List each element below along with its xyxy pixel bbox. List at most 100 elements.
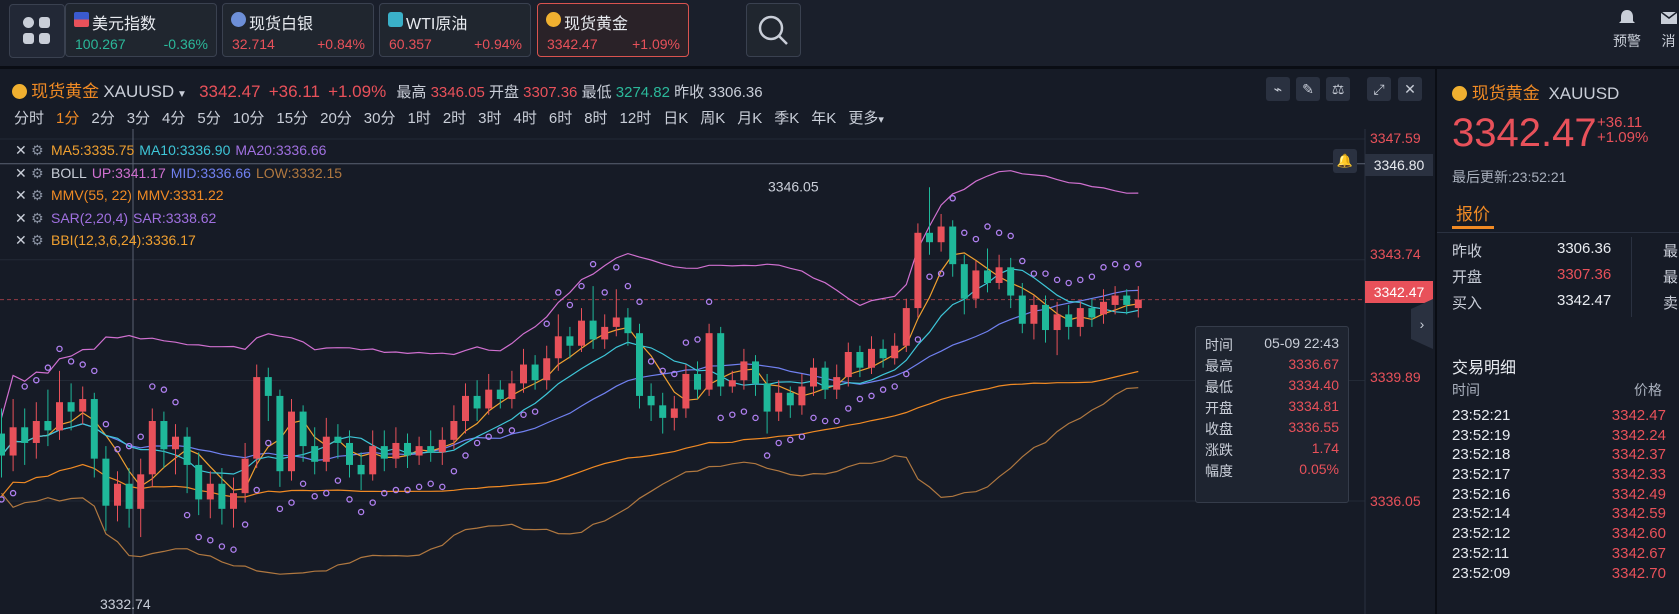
indicator-settings-icon[interactable]: ⚙ bbox=[31, 207, 51, 230]
tab-quote[interactable]: 报价 bbox=[1456, 200, 1490, 225]
trades-col-time: 时间 bbox=[1452, 382, 1480, 398]
candle-body bbox=[125, 483, 133, 509]
ticker-change: +0.84% bbox=[317, 36, 365, 52]
sar-dot bbox=[1053, 276, 1061, 284]
sar-dot bbox=[833, 417, 840, 425]
candle-body bbox=[1042, 304, 1049, 331]
sar-dot bbox=[787, 436, 794, 444]
tooltip-value: 3336.67 bbox=[1288, 356, 1339, 372]
indicator-value: UP:3341.17 bbox=[91, 164, 166, 181]
sar-dot bbox=[763, 452, 771, 459]
candle-body bbox=[137, 474, 145, 509]
sar-dot bbox=[879, 386, 887, 393]
search-icon bbox=[758, 15, 788, 45]
alert-label: 预警 bbox=[1613, 33, 1641, 49]
ticker-price: 3342.47 bbox=[547, 36, 598, 52]
sar-dot bbox=[450, 467, 458, 475]
indicator-legend: ✕ ⚙ MA5:3335.75 MA10:3336.90 MA20:3336.66 ✕ ⚙ B… bbox=[15, 139, 347, 252]
trade-time: 23:52:18 bbox=[1452, 446, 1511, 464]
candle-body bbox=[868, 348, 875, 368]
trade-price: 3342.24 bbox=[1611, 426, 1666, 444]
sar-dot bbox=[79, 361, 86, 368]
candle-body bbox=[102, 458, 110, 506]
candle-body bbox=[311, 446, 319, 462]
candle-body bbox=[427, 446, 435, 453]
candle-body bbox=[450, 421, 458, 440]
chart-area[interactable]: 现货黄金 XAUUSD ▼ 3342.47 +36.11 +1.09% 最高 3… bbox=[0, 69, 1433, 614]
candle-body bbox=[473, 395, 481, 409]
ticker-price: 60.357 bbox=[389, 36, 432, 52]
trade-price: 3342.59 bbox=[1611, 505, 1666, 523]
trade-price: 3342.47 bbox=[1611, 407, 1666, 424]
candle-body bbox=[230, 493, 237, 509]
ticker-change: +0.94% bbox=[474, 36, 522, 52]
candle-body bbox=[937, 226, 945, 243]
remove-indicator-icon[interactable]: ✕ bbox=[15, 184, 31, 207]
sar-dot bbox=[717, 414, 724, 422]
chevron-right-icon: › bbox=[1419, 316, 1425, 332]
candle-body bbox=[1053, 314, 1061, 331]
sar-dot bbox=[1088, 273, 1096, 280]
sar-dot bbox=[1007, 232, 1014, 240]
candle-body bbox=[856, 351, 864, 368]
sar-dot bbox=[752, 414, 759, 422]
ticker-wti-oil[interactable]: WTI原油 60.357 +0.94% bbox=[379, 3, 531, 57]
remove-indicator-icon[interactable]: ✕ bbox=[15, 162, 31, 185]
ticker-usd-index[interactable]: 美元指数 100.267 -0.36% bbox=[65, 3, 217, 57]
candle-body bbox=[1123, 295, 1131, 305]
indicator-row: ✕ ⚙ SAR(2,20,4) SAR:3338.62 bbox=[15, 207, 347, 230]
tooltip-value: 1.74 bbox=[1311, 440, 1339, 456]
candle-body bbox=[798, 386, 806, 406]
trade-price: 3342.37 bbox=[1611, 446, 1666, 464]
candle-body bbox=[485, 389, 493, 409]
trade-price: 3342.60 bbox=[1611, 525, 1666, 543]
sar-dot bbox=[1077, 276, 1084, 284]
last-price-tag: 3342.47 bbox=[1365, 281, 1433, 303]
sar-dot bbox=[566, 301, 574, 309]
remove-indicator-icon[interactable]: ✕ bbox=[15, 207, 31, 230]
candle-body bbox=[299, 411, 307, 447]
quote-label: 昨收 bbox=[1452, 243, 1483, 260]
ticker-silver[interactable]: 现货白银 32.714 +0.84% bbox=[222, 3, 374, 57]
price-alert-button[interactable]: 🔔 bbox=[1333, 149, 1357, 173]
candle-body bbox=[682, 373, 690, 409]
sar-dot bbox=[775, 439, 782, 447]
sar-dot bbox=[137, 433, 144, 440]
indicator-settings-icon[interactable]: ⚙ bbox=[31, 139, 51, 162]
sar-dot bbox=[740, 408, 748, 415]
candle-body bbox=[520, 364, 527, 384]
search-button[interactable] bbox=[746, 3, 801, 57]
candle-body bbox=[322, 436, 330, 462]
candle-body bbox=[264, 377, 272, 396]
ticker-gold[interactable]: 现货黄金 3342.47 +1.09% bbox=[537, 3, 689, 57]
indicator-settings-icon[interactable]: ⚙ bbox=[31, 184, 51, 207]
indicator-settings-icon[interactable]: ⚙ bbox=[31, 162, 51, 185]
candle-body bbox=[833, 377, 841, 390]
tooltip-value: 3336.55 bbox=[1288, 419, 1339, 435]
apps-grid-icon bbox=[23, 17, 34, 28]
sar-dot bbox=[149, 383, 156, 390]
candle-body bbox=[90, 399, 98, 459]
apps-menu-button[interactable] bbox=[9, 4, 65, 58]
sar-dot bbox=[44, 364, 52, 371]
sar-dot bbox=[253, 486, 260, 494]
sar-dot bbox=[299, 480, 307, 487]
sar-dot bbox=[601, 289, 608, 296]
remove-indicator-icon[interactable]: ✕ bbox=[15, 139, 31, 162]
mmv-line bbox=[1, 370, 1139, 498]
indicator-value: SAR:3338.62 bbox=[133, 209, 217, 226]
trade-price: 3342.70 bbox=[1611, 564, 1666, 582]
sar-dot bbox=[891, 383, 898, 390]
tooltip-value: 0.05% bbox=[1299, 461, 1339, 477]
low-annotation: 3332.74 bbox=[100, 596, 151, 612]
indicator-settings-icon[interactable]: ⚙ bbox=[31, 229, 51, 252]
crosshair-price-tag: 3346.80 bbox=[1365, 154, 1433, 176]
candle-body bbox=[218, 483, 226, 509]
candle-body bbox=[415, 446, 423, 456]
candle-body bbox=[728, 380, 736, 387]
remove-indicator-icon[interactable]: ✕ bbox=[15, 229, 31, 252]
alert-button[interactable]: 预警 bbox=[1607, 8, 1647, 51]
message-button[interactable]: 消 bbox=[1658, 8, 1679, 51]
side-title: 现货黄金 XAUUSD bbox=[1452, 79, 1619, 104]
sar-dot bbox=[949, 195, 956, 202]
